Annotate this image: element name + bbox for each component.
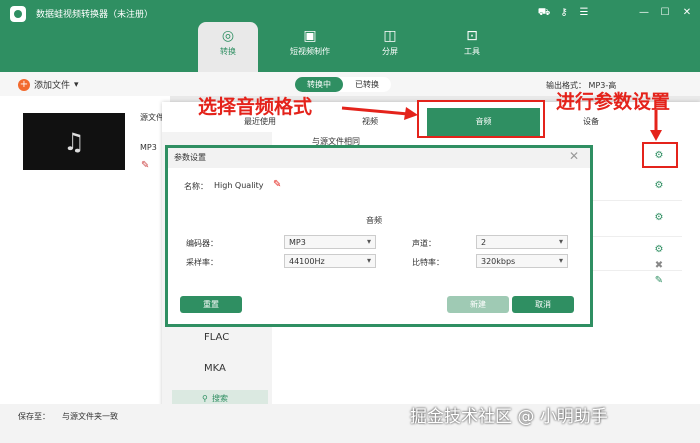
tab-converted[interactable]: 已转换 bbox=[343, 77, 391, 92]
format-item-flac[interactable]: FLAC bbox=[162, 323, 272, 353]
channel-label: 声道： bbox=[412, 239, 436, 248]
save-to-label: 保存至： bbox=[18, 412, 50, 421]
tab-converting[interactable]: 转换中 bbox=[295, 77, 343, 92]
cart-icon[interactable]: ⛟ bbox=[537, 6, 551, 20]
bitrate-select[interactable]: 320kbps bbox=[476, 254, 568, 268]
delete-icon[interactable]: ✖ bbox=[653, 260, 665, 272]
tab-split-screen-label: 分屏 bbox=[382, 47, 398, 56]
annotation-select-format: 选择音频格式 bbox=[198, 96, 313, 118]
encoder-label: 编码器： bbox=[186, 239, 218, 248]
channel-select[interactable]: 2 bbox=[476, 235, 568, 249]
highlight-settings bbox=[642, 142, 678, 168]
name-value: High Quality bbox=[214, 181, 264, 190]
menu-icon[interactable]: ☰ bbox=[577, 6, 591, 20]
arrow-icon bbox=[650, 110, 662, 141]
create-button[interactable]: 新建 bbox=[447, 296, 509, 313]
name-label: 名称： bbox=[184, 182, 208, 191]
source-file-label: 源文件 bbox=[140, 113, 164, 122]
bitrate-label: 比特率： bbox=[412, 258, 444, 267]
dialog-header bbox=[168, 148, 590, 168]
highlight-audio-tab bbox=[417, 100, 545, 138]
convert-icon: ◎ bbox=[221, 28, 235, 44]
dialog-title: 参数设置 bbox=[174, 153, 206, 162]
encoder-select[interactable]: MP3 bbox=[284, 235, 376, 249]
status-toggle: 转换中 已转换 bbox=[295, 77, 391, 92]
plus-icon: + bbox=[18, 78, 30, 91]
toolbox-icon: ⊡ bbox=[466, 28, 478, 44]
cancel-button[interactable]: 取消 bbox=[512, 296, 574, 313]
format-item-mka[interactable]: MKA bbox=[162, 354, 272, 384]
minimize-icon[interactable]: — bbox=[637, 6, 651, 20]
add-file-label: 添加文件 bbox=[34, 81, 71, 91]
arrow-icon bbox=[341, 106, 418, 120]
section-audio: 音频 bbox=[366, 216, 382, 225]
edit-icon[interactable]: ✎ bbox=[141, 160, 149, 171]
music-note-icon: ♫ bbox=[63, 127, 85, 156]
close-icon[interactable]: ✕ bbox=[569, 149, 579, 163]
tab-tools[interactable]: ⊡ 工具 bbox=[442, 22, 502, 72]
chevron-down-icon[interactable]: ▾ bbox=[74, 80, 79, 90]
settings-gear-icon[interactable]: ⚙ bbox=[653, 244, 665, 256]
tab-short-video-label: 短视频制作 bbox=[290, 47, 330, 56]
tv-icon: ▣ bbox=[303, 28, 317, 44]
search-label: 搜索 bbox=[212, 394, 228, 403]
edit-icon[interactable]: ✎ bbox=[653, 275, 665, 287]
reset-button[interactable]: 重置 bbox=[180, 296, 242, 313]
tab-device[interactable]: 设备 bbox=[561, 116, 621, 127]
maximize-icon[interactable]: ☐ bbox=[658, 6, 672, 20]
tab-convert-label: 转换 bbox=[220, 47, 236, 56]
split-screen-icon: ◫ bbox=[383, 28, 397, 44]
tab-tools-label: 工具 bbox=[464, 47, 480, 56]
settings-gear-icon[interactable]: ⚙ bbox=[653, 180, 665, 192]
add-file-button[interactable]: + 添加文件 ▾ bbox=[18, 78, 79, 91]
settings-gear-icon[interactable]: ⚙ bbox=[653, 212, 665, 224]
edit-name-icon[interactable]: ✎ bbox=[273, 179, 281, 190]
tab-short-video[interactable]: ▣ 短视频制作 bbox=[280, 22, 340, 72]
app-title: 数据蛙视频转换器（未注册） bbox=[36, 10, 154, 20]
samplerate-label: 采样率： bbox=[186, 258, 218, 267]
tab-convert[interactable]: ◎ 转换 bbox=[198, 22, 258, 72]
samplerate-select[interactable]: 44100Hz bbox=[284, 254, 376, 268]
app-logo-icon bbox=[10, 6, 26, 22]
file-thumbnail[interactable]: ♫ bbox=[23, 113, 125, 170]
key-icon[interactable]: ⚷ bbox=[557, 6, 571, 20]
close-icon[interactable]: ✕ bbox=[680, 6, 694, 20]
watermark: 掘金技术社区 @ 小明助手 bbox=[410, 407, 608, 427]
tab-split-screen[interactable]: ◫ 分屏 bbox=[360, 22, 420, 72]
file-format: MP3 bbox=[140, 143, 157, 152]
save-path-select[interactable]: 与源文件夹一致 bbox=[62, 411, 118, 422]
